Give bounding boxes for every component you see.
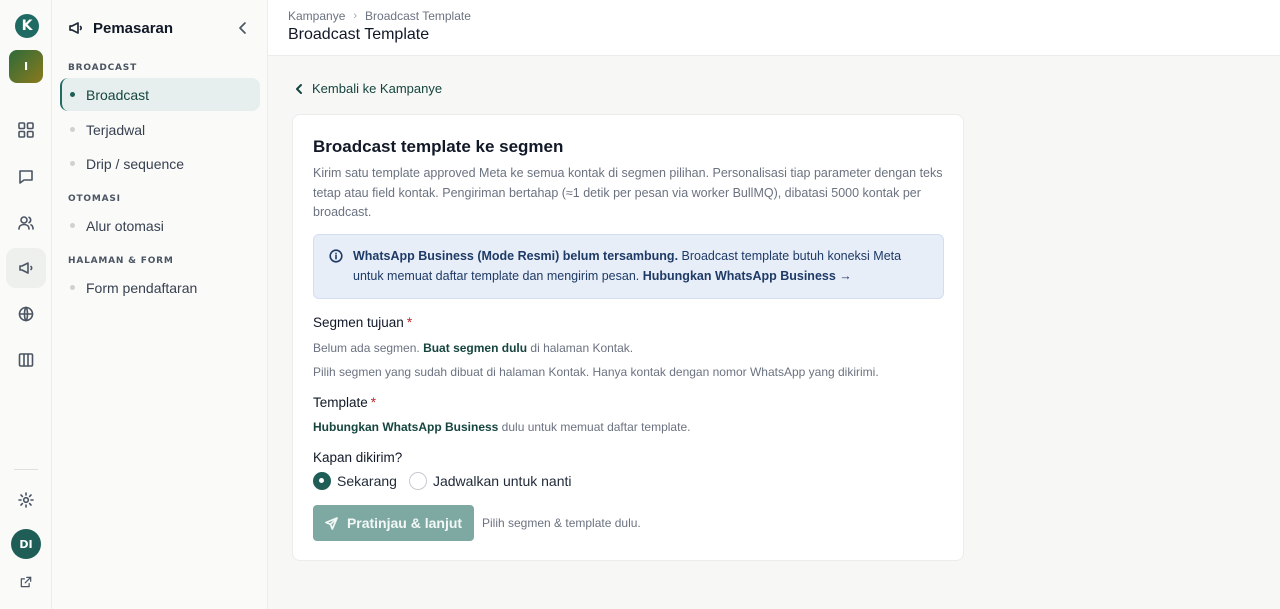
collapse-sidebar-icon[interactable] bbox=[235, 20, 251, 36]
connect-whatsapp-link[interactable]: Hubungkan WhatsApp Business → bbox=[643, 269, 852, 283]
segment-empty-message: Belum ada segmen. Buat segmen dulu di ha… bbox=[313, 341, 633, 355]
sidebar-item-label: Terjadwal bbox=[86, 121, 146, 138]
sidebar-title: Pemasaran bbox=[93, 19, 174, 37]
radio-schedule-later[interactable]: Jadwalkan untuk nanti bbox=[408, 472, 572, 490]
segment-label-text: Segmen tujuan bbox=[313, 315, 404, 330]
sidebar-item-terjadwal[interactable]: Terjadwal bbox=[60, 113, 260, 146]
bullet-icon bbox=[70, 92, 75, 97]
radio-checked-icon bbox=[313, 472, 331, 490]
group-label-halaman-form: HALAMAN & FORM bbox=[68, 256, 174, 266]
radio-unchecked-icon bbox=[408, 472, 427, 490]
template-message: Hubungkan WhatsApp Business dulu untuk m… bbox=[313, 420, 690, 434]
page-header: Kampanye › Broadcast Template Broadcast … bbox=[268, 0, 1280, 56]
segment-empty-suffix: di halaman Kontak. bbox=[527, 341, 634, 355]
marketing-sidebar: Pemasaran BROADCAST Broadcast Terjadwal … bbox=[52, 0, 268, 609]
settings-icon[interactable] bbox=[6, 480, 46, 520]
template-message-suffix: dulu untuk memuat daftar template. bbox=[498, 420, 691, 434]
broadcast-template-card: Broadcast template ke segmen Kirim satu … bbox=[292, 114, 964, 561]
card-description: Kirim satu template approved Meta ke sem… bbox=[313, 166, 943, 219]
user-avatar[interactable]: DI bbox=[11, 529, 41, 559]
rail-divider bbox=[14, 469, 38, 470]
chevron-left-icon bbox=[296, 83, 302, 94]
template-label-text: Template bbox=[313, 395, 368, 410]
group-label-broadcast: BROADCAST bbox=[68, 63, 138, 73]
back-to-campaign-link[interactable]: Kembali ke Kampanye bbox=[293, 81, 442, 96]
chevron-right-icon: › bbox=[353, 10, 358, 22]
send-icon bbox=[325, 516, 338, 530]
chat-icon[interactable] bbox=[6, 157, 46, 197]
external-link-icon[interactable] bbox=[6, 562, 46, 602]
sidebar-header: Pemasaran bbox=[68, 17, 251, 39]
required-mark: * bbox=[406, 315, 413, 330]
sidebar-item-label: Drip / sequence bbox=[86, 155, 185, 172]
segment-hint: Pilih segmen yang sudah dibuat di halama… bbox=[313, 365, 879, 379]
bullet-icon bbox=[70, 285, 75, 290]
sidebar-item-drip-sequence[interactable]: Drip / sequence bbox=[60, 147, 260, 180]
sidebar-item-form-pendaftaran[interactable]: Form pendaftaran bbox=[60, 271, 260, 304]
radio-label: Sekarang bbox=[337, 473, 397, 489]
template-label: Template * bbox=[313, 395, 376, 410]
sidebar-item-label: Alur otomasi bbox=[86, 217, 164, 234]
segment-label: Segmen tujuan * bbox=[313, 315, 412, 330]
alert-title: WhatsApp Business (Mode Resmi) belum ter… bbox=[353, 249, 679, 263]
submit-hint: Pilih segmen & template dulu. bbox=[482, 516, 641, 530]
bullet-icon bbox=[70, 223, 75, 228]
icon-rail: K I DI bbox=[0, 0, 52, 609]
globe-icon[interactable] bbox=[6, 294, 46, 334]
dashboard-icon[interactable] bbox=[6, 110, 46, 150]
whatsapp-connection-alert: WhatsApp Business (Mode Resmi) belum ter… bbox=[313, 234, 944, 299]
card-title: Broadcast template ke segmen bbox=[313, 137, 564, 156]
segment-empty-prefix: Belum ada segmen. bbox=[313, 341, 424, 355]
connect-whatsapp-inline-link[interactable]: Hubungkan WhatsApp Business bbox=[313, 420, 498, 434]
radio-label: Jadwalkan untuk nanti bbox=[432, 473, 572, 489]
breadcrumb-item-kampanye[interactable]: Kampanye bbox=[288, 9, 345, 23]
preview-continue-button[interactable]: Pratinjau & lanjut bbox=[313, 505, 474, 541]
workspace-avatar[interactable]: I bbox=[9, 50, 43, 83]
breadcrumb-item-current: Broadcast Template bbox=[365, 9, 471, 23]
bullet-icon bbox=[70, 161, 75, 166]
group-label-otomasi: OTOMASI bbox=[68, 194, 121, 204]
sidebar-item-label: Broadcast bbox=[86, 86, 150, 103]
alert-message: WhatsApp Business (Mode Resmi) belum ter… bbox=[353, 246, 933, 286]
info-icon bbox=[329, 248, 343, 263]
sidebar-item-alur-otomasi[interactable]: Alur otomasi bbox=[60, 209, 260, 242]
bullet-icon bbox=[70, 127, 75, 132]
marketing-icon[interactable] bbox=[6, 248, 46, 288]
create-segment-link[interactable]: Buat segmen dulu bbox=[423, 341, 527, 355]
page-title: Broadcast Template bbox=[288, 26, 430, 43]
radio-send-now[interactable]: Sekarang bbox=[313, 472, 397, 490]
sidebar-item-label: Form pendaftaran bbox=[86, 279, 198, 296]
sidebar-item-broadcast[interactable]: Broadcast bbox=[60, 78, 260, 111]
back-link-label: Kembali ke Kampanye bbox=[312, 81, 443, 96]
contacts-icon[interactable] bbox=[6, 203, 46, 243]
breadcrumb: Kampanye › Broadcast Template bbox=[288, 9, 471, 23]
megaphone-icon bbox=[68, 20, 84, 36]
required-mark: * bbox=[370, 395, 377, 410]
app-logo[interactable]: K bbox=[15, 14, 39, 38]
schedule-label: Kapan dikirim? bbox=[313, 450, 403, 465]
preview-continue-label: Pratinjau & lanjut bbox=[346, 515, 463, 531]
columns-icon[interactable] bbox=[6, 340, 46, 380]
schedule-radio-group: Sekarang Jadwalkan untuk nanti bbox=[313, 472, 583, 490]
